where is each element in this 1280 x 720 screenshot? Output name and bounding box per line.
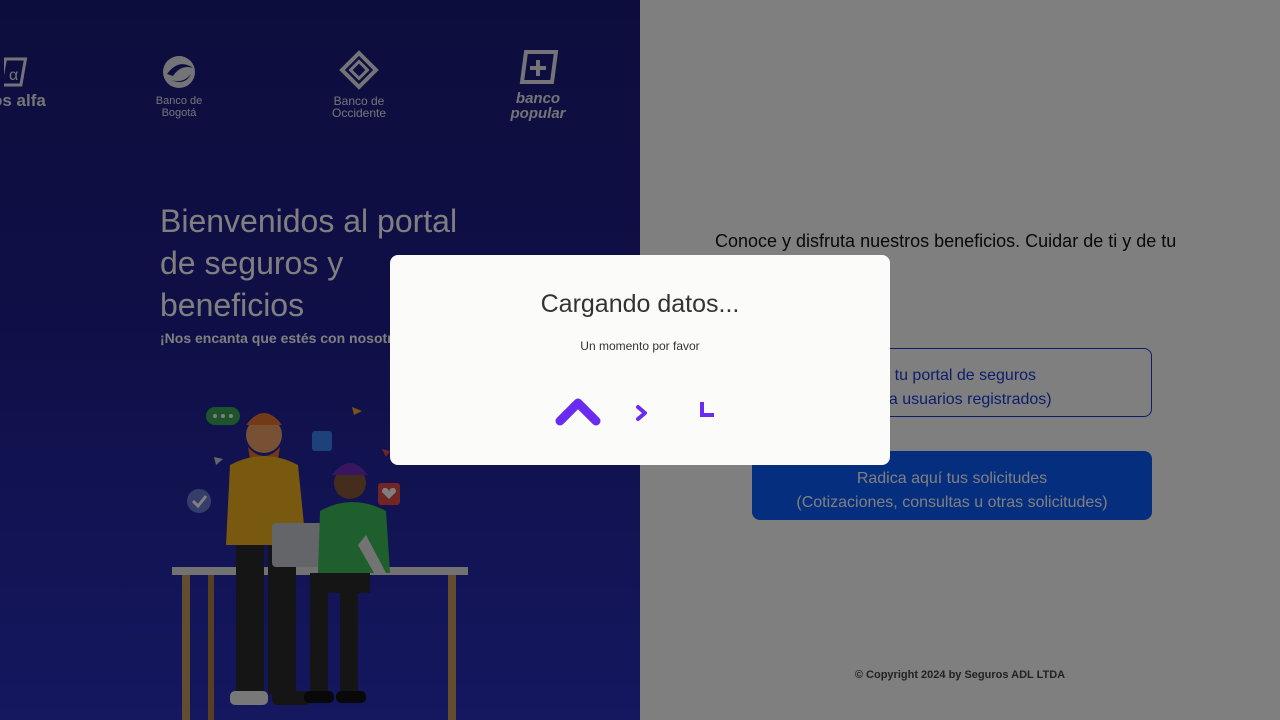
loading-subtitle: Un momento por favor bbox=[580, 339, 700, 353]
loading-modal: Cargando datos... Un momento por favor bbox=[390, 255, 890, 465]
loading-spinner-icon bbox=[555, 398, 714, 426]
loading-title: Cargando datos... bbox=[540, 290, 740, 318]
